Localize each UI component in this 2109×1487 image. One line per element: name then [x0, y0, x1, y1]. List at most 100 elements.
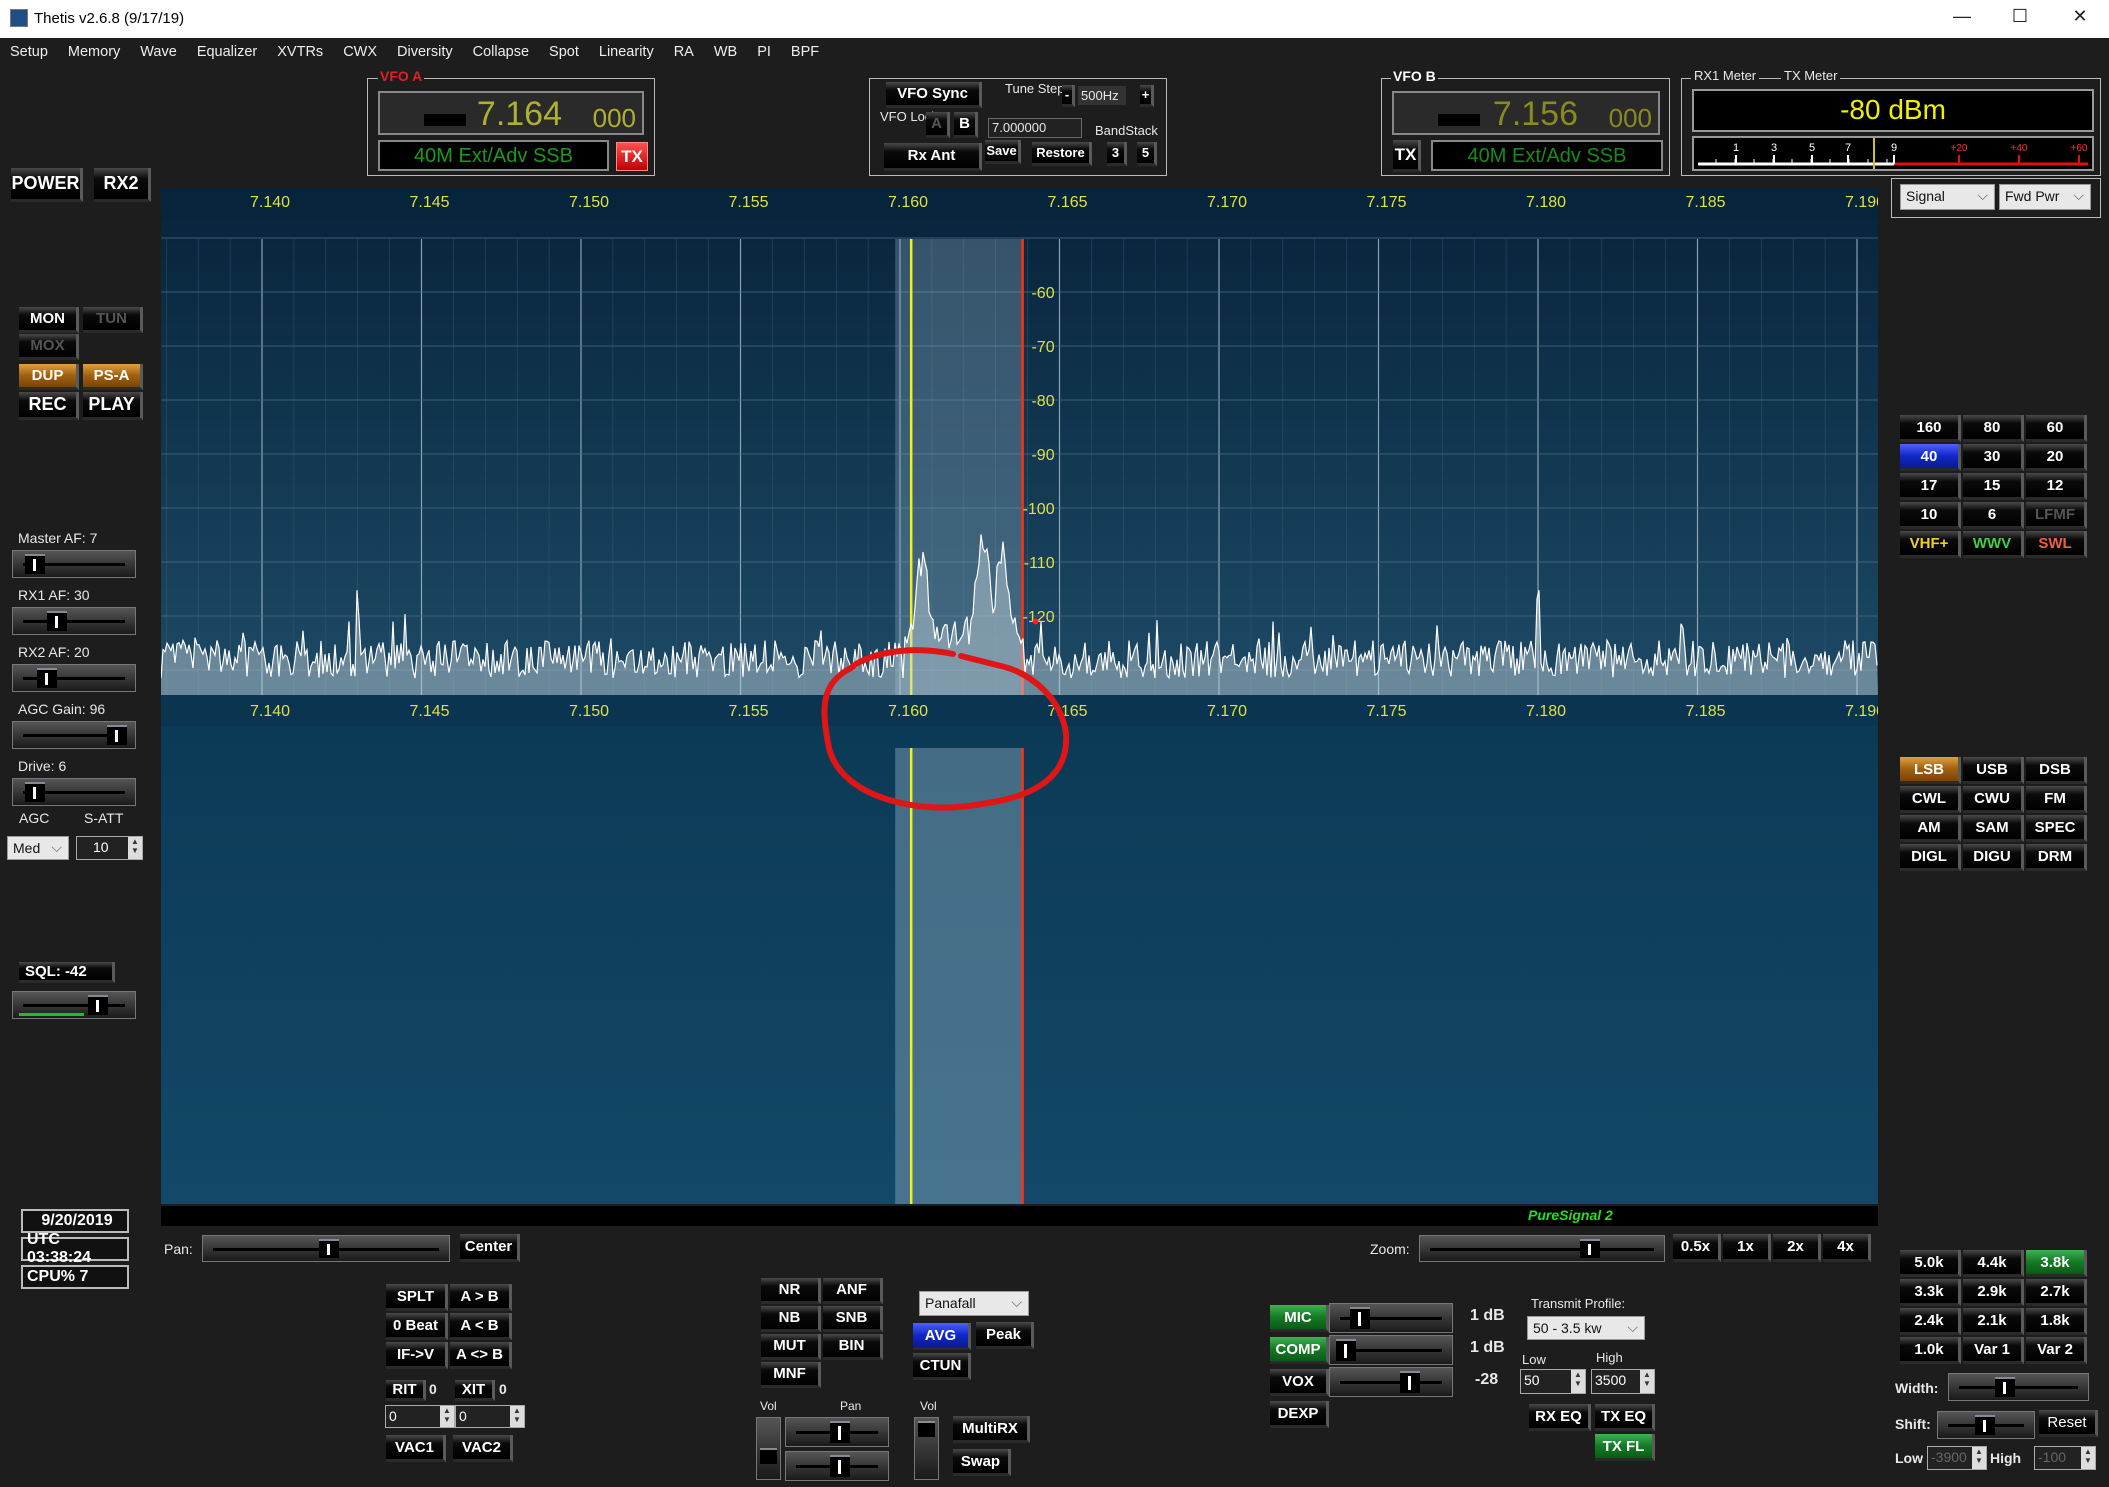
vfo-if-v-button[interactable]: IF->V [386, 1342, 448, 1369]
spinner-arrows-icon[interactable]: ▲ ▼ [510, 1406, 524, 1427]
filter-low-spinner[interactable]: -3900 ▲ ▼ [1927, 1446, 1987, 1470]
dup-button[interactable]: DUP [19, 364, 79, 390]
band-12-button[interactable]: 12 [2026, 473, 2087, 500]
audio-slider[interactable] [12, 550, 136, 578]
rx1-volume-slider[interactable] [756, 1417, 781, 1480]
filter-3.8k-button[interactable]: 3.8k [2026, 1250, 2087, 1277]
vfo-lock-a-button[interactable]: A [926, 112, 950, 138]
mode-am-button[interactable]: AM [1900, 815, 1961, 842]
filter-var-2-button[interactable]: Var 2 [2026, 1337, 2087, 1364]
menu-collapse[interactable]: Collapse [463, 40, 539, 68]
tx-eq-button[interactable]: TX EQ [1595, 1404, 1655, 1431]
band-lfmf-button[interactable]: LFMF [2026, 502, 2087, 529]
filter-var-1-button[interactable]: Var 1 [1963, 1337, 2024, 1364]
vfo-a-b-button[interactable]: A <> B [450, 1342, 512, 1369]
mon-button[interactable]: MON [19, 307, 79, 333]
rx2-volume-slider[interactable] [914, 1417, 939, 1480]
audio-slider[interactable] [12, 607, 136, 635]
menu-wb[interactable]: WB [704, 40, 747, 68]
display-mode-dropdown[interactable]: Panafall ⌵ [919, 1291, 1029, 1316]
rit-spinner[interactable]: 0 ▲ ▼ [385, 1405, 455, 1428]
play-button[interactable]: PLAY [83, 392, 143, 420]
bandstack-button-1[interactable]: 3 [1107, 142, 1127, 166]
dsp-mut-button[interactable]: MUT [761, 1334, 821, 1360]
zoom-2x-button[interactable]: 2x [1773, 1234, 1821, 1262]
vfo-a-frequency[interactable]: 7.164 000 [378, 91, 644, 135]
vfo-0-beat-button[interactable]: 0 Beat [386, 1313, 448, 1340]
zoom-4x-button[interactable]: 4x [1823, 1234, 1871, 1262]
squelch-button[interactable]: SQL: -42 [19, 962, 115, 983]
spinner-arrows-icon[interactable]: ▲ ▼ [1571, 1370, 1585, 1393]
vox-button[interactable]: VOX [1270, 1369, 1329, 1396]
band-160-button[interactable]: 160 [1900, 415, 1961, 442]
vfo-splt-button[interactable]: SPLT [386, 1284, 448, 1311]
mode-dsb-button[interactable]: DSB [2026, 757, 2087, 784]
vfo-a-b-button[interactable]: A < B [450, 1313, 512, 1340]
vac2-button[interactable]: VAC2 [453, 1435, 513, 1462]
tx-filter-button[interactable]: TX FL [1595, 1434, 1655, 1461]
menu-diversity[interactable]: Diversity [387, 40, 463, 68]
band-40-button[interactable]: 40 [1900, 444, 1961, 471]
band-wwv-button[interactable]: WWV [1963, 531, 2024, 558]
panafall-display[interactable]: 7.140 7.140 7.145 7.145 7.150 7.150 7.155 7.155… [161, 188, 1878, 1204]
menu-bpf[interactable]: BPF [781, 40, 829, 68]
spinner-arrows-icon[interactable]: ▲ ▼ [1972, 1447, 1986, 1469]
filter-high-spinner[interactable]: -100 ▲ ▼ [2034, 1446, 2096, 1470]
dsp-bin-button[interactable]: BIN [823, 1334, 883, 1360]
frequency-input[interactable]: 7.000000 [988, 118, 1082, 138]
mode-lsb-button[interactable]: LSB [1900, 757, 1961, 784]
peak-button[interactable]: Peak [976, 1322, 1034, 1349]
squelch-slider[interactable] [12, 991, 136, 1019]
vfo-b-tx-button[interactable]: TX [1393, 140, 1421, 172]
zoom-0.5x-button[interactable]: 0.5x [1673, 1234, 1721, 1262]
swap-button[interactable]: Swap [953, 1449, 1011, 1476]
vac1-button[interactable]: VAC1 [386, 1435, 446, 1462]
maximize-button[interactable]: ☐ [2000, 6, 2040, 27]
rx-meter-mode-dropdown[interactable]: Signal ⌵ [1900, 184, 1995, 210]
mode-usb-button[interactable]: USB [1963, 757, 2024, 784]
rx2-button[interactable]: RX2 [94, 168, 151, 202]
menu-wave[interactable]: Wave [130, 40, 187, 68]
filter-5.0k-button[interactable]: 5.0k [1900, 1250, 1961, 1277]
multirx-button[interactable]: MultiRX [953, 1416, 1030, 1443]
dsp-anf-button[interactable]: ANF [823, 1278, 883, 1304]
filter-2.9k-button[interactable]: 2.9k [1963, 1279, 2024, 1306]
comp-slider[interactable] [1329, 1335, 1453, 1365]
band-10-button[interactable]: 10 [1900, 502, 1961, 529]
dsp-nb-button[interactable]: NB [761, 1306, 821, 1332]
tx-meter-label[interactable]: TX Meter [1781, 68, 1841, 83]
audio-slider[interactable] [12, 778, 136, 806]
xit-button[interactable]: XIT [455, 1380, 495, 1401]
mode-cwu-button[interactable]: CWU [1963, 786, 2024, 813]
tx-meter-mode-dropdown[interactable]: Fwd Pwr ⌵ [1999, 184, 2091, 210]
audio-slider[interactable] [12, 664, 136, 692]
band-15-button[interactable]: 15 [1963, 473, 2024, 500]
band-6-button[interactable]: 6 [1963, 502, 2024, 529]
mode-cwl-button[interactable]: CWL [1900, 786, 1961, 813]
mode-drm-button[interactable]: DRM [2026, 844, 2087, 871]
spinner-arrows-icon[interactable]: ▲ ▼ [1640, 1370, 1654, 1393]
menu-xvtrs[interactable]: XVTRs [267, 40, 333, 68]
filter-reset-button[interactable]: Reset [2039, 1410, 2098, 1437]
record-button[interactable]: REC [19, 392, 79, 420]
tune-button[interactable]: TUN [83, 307, 143, 333]
band-17-button[interactable]: 17 [1900, 473, 1961, 500]
menu-cwx[interactable]: CWX [333, 40, 387, 68]
vfo-a-b-button[interactable]: A > B [450, 1284, 512, 1311]
vox-threshold-slider[interactable] [1329, 1367, 1453, 1397]
mic-gain-slider[interactable] [1329, 1303, 1453, 1333]
dsp-snb-button[interactable]: SNB [823, 1306, 883, 1332]
menu-pi[interactable]: PI [747, 40, 781, 68]
mic-button[interactable]: MIC [1270, 1305, 1329, 1332]
spinner-arrows-icon[interactable]: ▲ ▼ [128, 837, 142, 859]
vfo-a-tx-button[interactable]: TX [616, 142, 648, 171]
rx1-meter-label[interactable]: RX1 Meter [1691, 68, 1760, 83]
filter-2.7k-button[interactable]: 2.7k [2026, 1279, 2087, 1306]
menu-linearity[interactable]: Linearity [589, 40, 664, 68]
rx2-pan-slider[interactable] [785, 1451, 889, 1481]
mode-digl-button[interactable]: DIGL [1900, 844, 1961, 871]
menu-spot[interactable]: Spot [539, 40, 589, 68]
band-swl-button[interactable]: SWL [2026, 531, 2087, 558]
tune-step-down-button[interactable]: - [1062, 85, 1075, 107]
filter-shift-slider[interactable] [1937, 1411, 2035, 1439]
